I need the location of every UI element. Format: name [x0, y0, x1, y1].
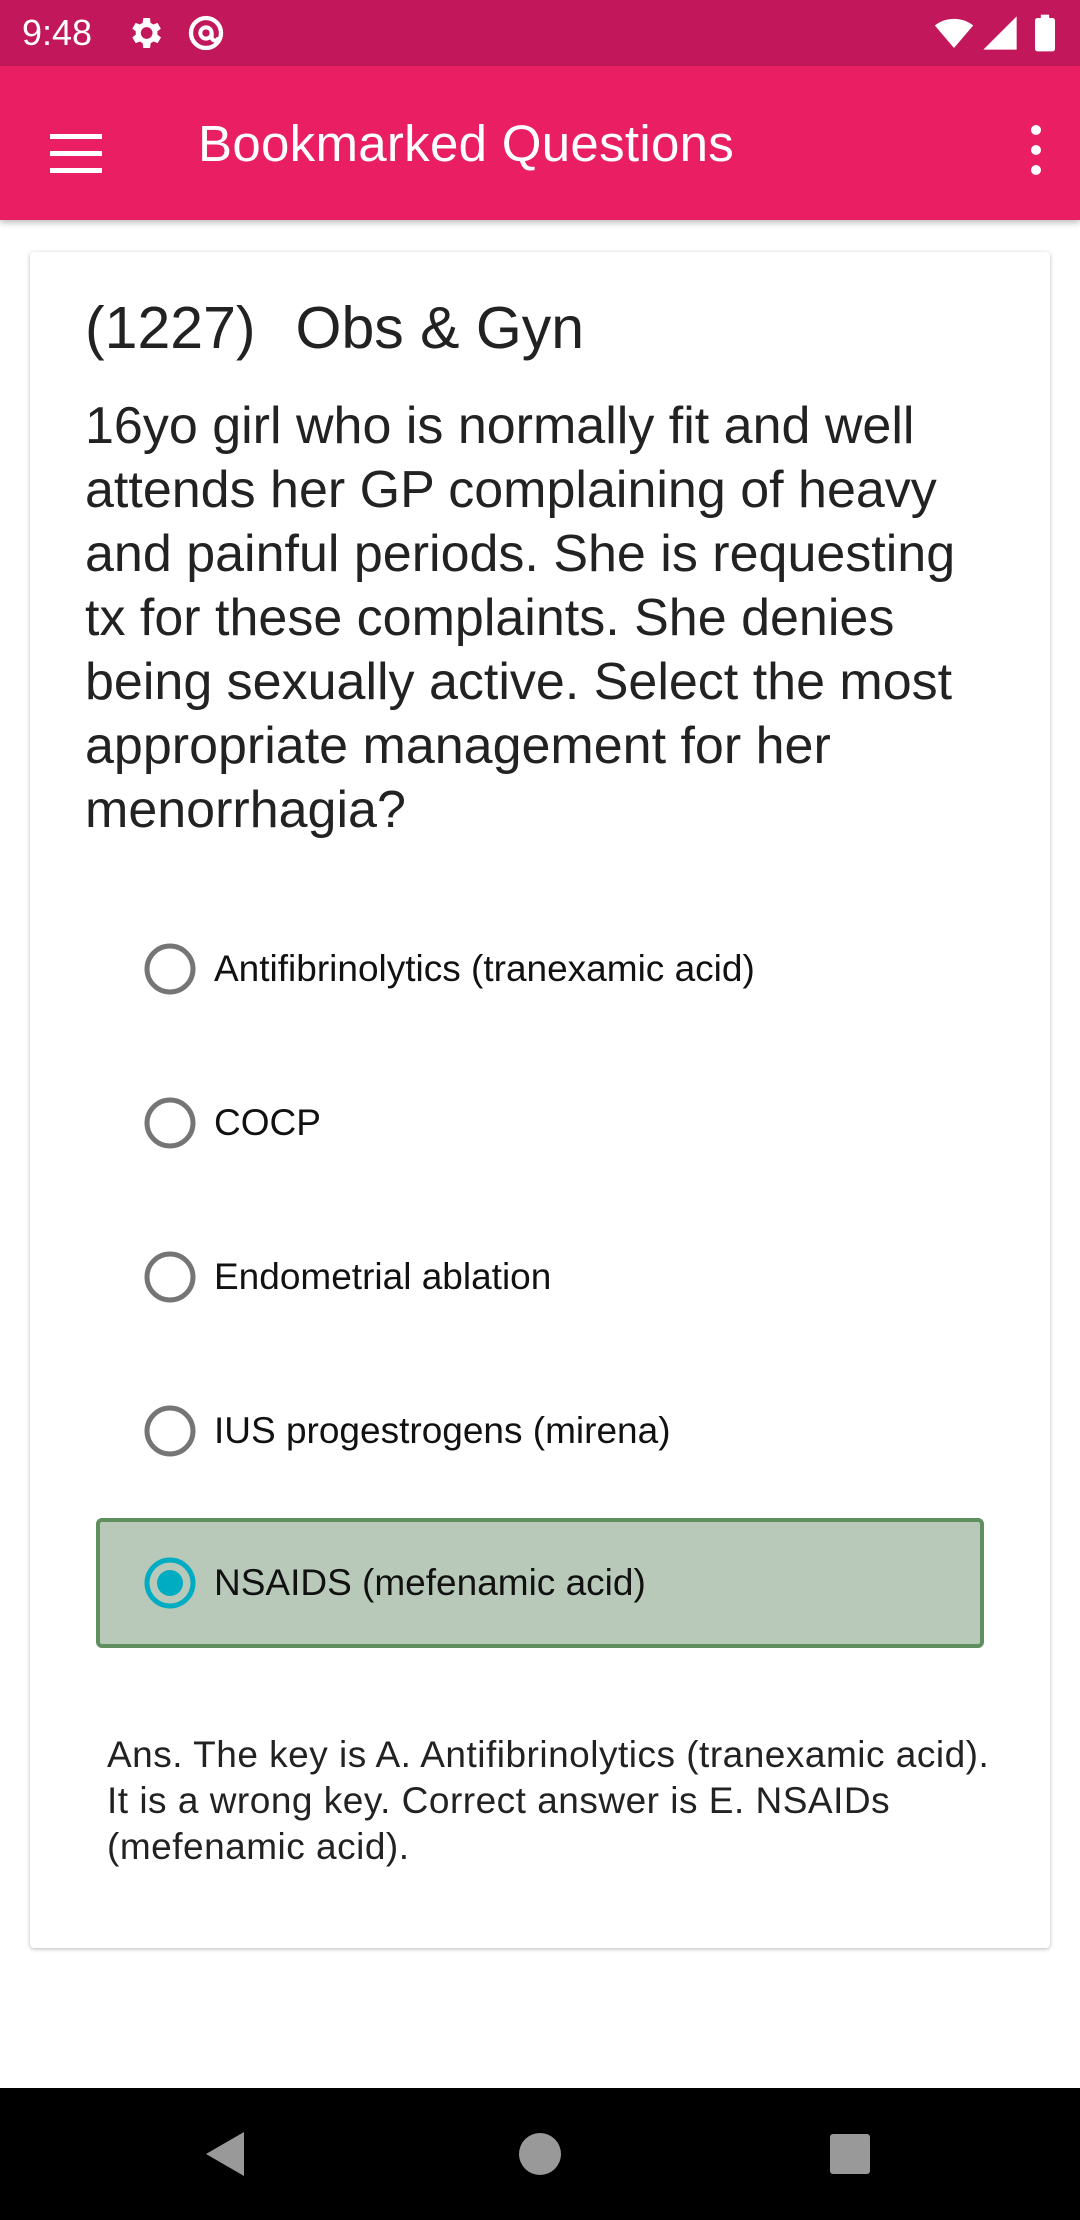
status-time: 9:48 — [22, 12, 93, 53]
option-a[interactable]: Antifibrinolytics (tranexamic acid) — [96, 904, 984, 1034]
page-title: Bookmarked Questions — [198, 115, 735, 172]
option-d[interactable]: IUS progestrogens (mirena) — [96, 1366, 984, 1496]
gear-icon — [132, 18, 161, 48]
option-b[interactable]: COCP — [96, 1058, 984, 1188]
option-label: NSAIDS (mefenamic acid) — [214, 1562, 646, 1603]
app-bar: Bookmarked Questions — [0, 66, 1080, 220]
question-number: (1227) — [85, 295, 256, 361]
battery-icon — [1035, 14, 1055, 52]
radio-checked-icon[interactable] — [142, 1555, 198, 1611]
option-c[interactable]: Endometrial ablation — [96, 1212, 984, 1342]
radio-unchecked-icon[interactable] — [142, 1095, 198, 1151]
option-label: Antifibrinolytics (tranexamic acid) — [214, 948, 755, 989]
question-header: (1227) Obs & Gyn — [85, 292, 584, 364]
option-label: Endometrial ablation — [214, 1256, 552, 1297]
option-label: IUS progestrogens (mirena) — [214, 1410, 671, 1451]
option-label: COCP — [214, 1102, 321, 1143]
radio-unchecked-icon[interactable] — [142, 1403, 198, 1459]
at-sign-icon — [188, 15, 224, 51]
radio-unchecked-icon[interactable] — [142, 1249, 198, 1305]
back-icon[interactable] — [190, 2118, 262, 2190]
question-category: Obs & Gyn — [295, 295, 585, 361]
question-card: (1227) Obs & Gyn 16yo girl who is normall… — [30, 252, 1050, 1948]
question-text: 16yo girl who is normally fit and well a… — [85, 397, 956, 839]
option-e[interactable]: NSAIDS (mefenamic acid) — [96, 1518, 984, 1648]
more-options-icon[interactable] — [1004, 110, 1068, 206]
status-bar: 9:48 — [0, 0, 1080, 66]
hamburger-menu-icon[interactable] — [30, 110, 126, 206]
home-icon[interactable] — [504, 2118, 576, 2190]
wifi-icon — [934, 18, 974, 48]
recents-icon[interactable] — [814, 2118, 886, 2190]
radio-unchecked-icon[interactable] — [142, 941, 198, 997]
answer-explanation: Ans. The key is A. Antifibrinolytics (tr… — [107, 1734, 990, 1867]
navigation-bar — [0, 2088, 1080, 2220]
signal-icon — [983, 16, 1017, 50]
